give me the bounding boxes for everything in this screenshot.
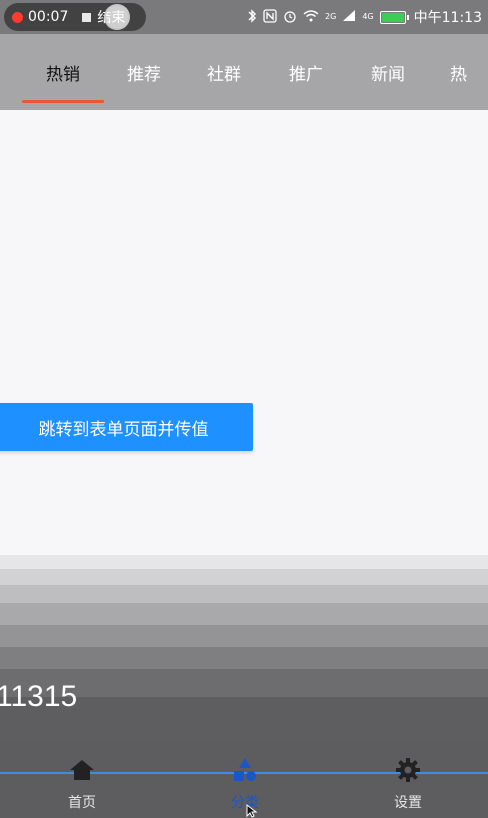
nav-item-settings[interactable]: 设置 bbox=[368, 756, 448, 812]
overlay-band bbox=[0, 569, 488, 585]
status-clock: 中午11:13 bbox=[413, 10, 482, 26]
status-bar: 00:07 结束 2G 4G 中午11:13 bbox=[0, 0, 488, 34]
nav-item-category[interactable]: 分类 bbox=[205, 756, 285, 812]
network-2g-label: 2G bbox=[325, 12, 337, 21]
status-icons: 2G 4G 中午11:13 bbox=[247, 0, 482, 34]
record-time: 00:07 bbox=[28, 9, 69, 25]
touch-indicator bbox=[104, 4, 130, 30]
home-icon bbox=[68, 756, 96, 784]
wifi-icon bbox=[303, 9, 319, 25]
jump-to-form-button[interactable]: 跳转到表单页面并传值 bbox=[0, 403, 253, 451]
active-tab-underline bbox=[22, 100, 104, 103]
bluetooth-icon bbox=[247, 8, 257, 26]
nfc-icon bbox=[263, 8, 277, 26]
tab-promotion[interactable]: 推广 bbox=[266, 34, 346, 110]
signal-icon bbox=[342, 9, 356, 25]
nav-label-settings: 设置 bbox=[394, 795, 422, 811]
gear-icon bbox=[394, 756, 422, 784]
overlay-band bbox=[0, 647, 488, 669]
record-dot-icon bbox=[12, 11, 23, 23]
tab-community[interactable]: 社群 bbox=[184, 34, 264, 110]
bottom-nav: 首页 分类 设置 bbox=[0, 742, 488, 818]
category-icon bbox=[231, 756, 259, 784]
top-tab-bar: 热销 推荐 社群 推广 新闻 热 bbox=[0, 34, 488, 110]
main-content bbox=[0, 110, 488, 555]
overlay-band bbox=[0, 625, 488, 647]
network-4g-label: 4G bbox=[362, 12, 374, 21]
battery-icon bbox=[379, 10, 409, 24]
tab-hot-sale[interactable]: 热销 bbox=[22, 34, 104, 110]
stop-icon[interactable] bbox=[82, 12, 92, 22]
tab-hot-partial[interactable]: 热 bbox=[430, 34, 488, 110]
nav-label-home: 首页 bbox=[68, 795, 96, 811]
overlay-band bbox=[0, 555, 488, 569]
alarm-icon bbox=[283, 9, 297, 26]
overlay-band bbox=[0, 603, 488, 625]
nav-item-home[interactable]: 首页 bbox=[42, 756, 122, 812]
tab-recommend[interactable]: 推荐 bbox=[104, 34, 184, 110]
tab-news[interactable]: 新闻 bbox=[348, 34, 428, 110]
overlay-number: 11315 bbox=[0, 680, 78, 713]
mouse-cursor-icon bbox=[246, 804, 258, 818]
overlay-band bbox=[0, 585, 488, 603]
